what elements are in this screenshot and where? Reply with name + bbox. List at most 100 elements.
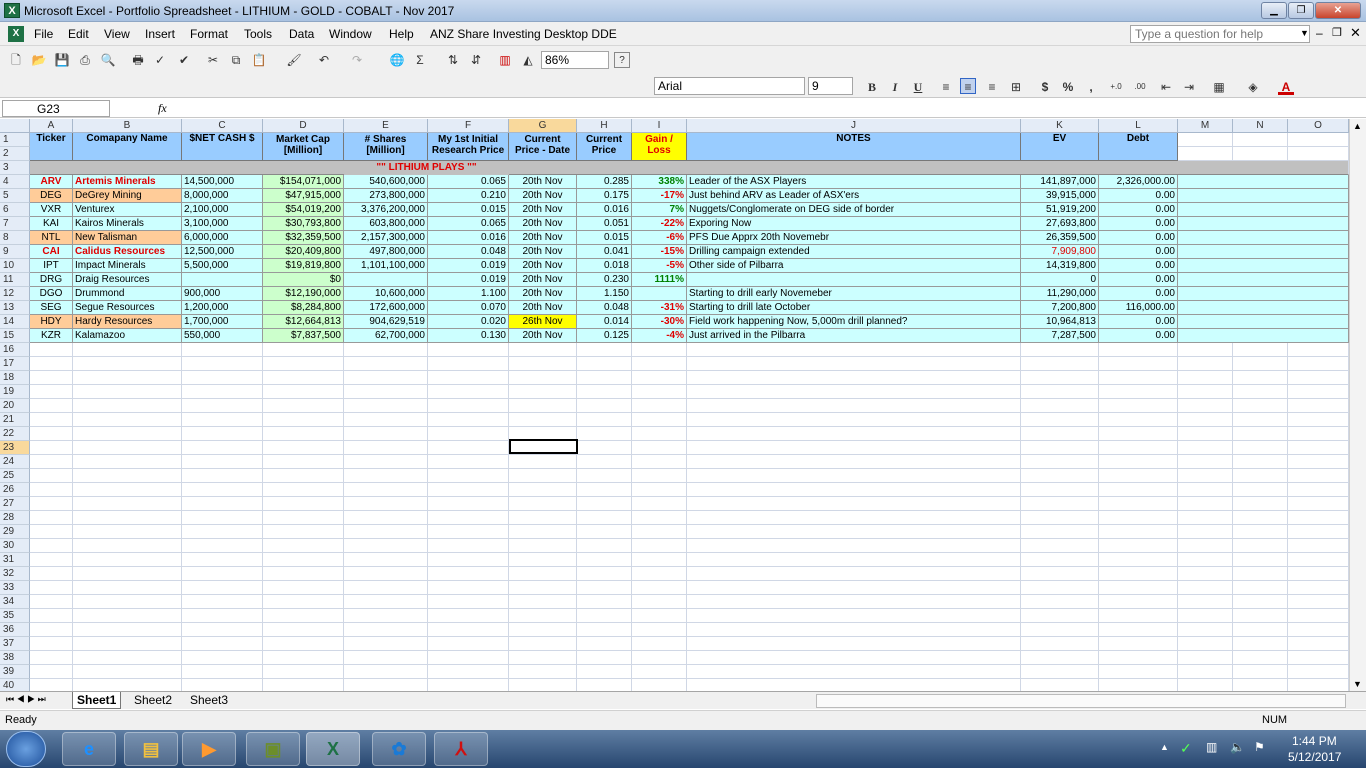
row-header-29[interactable]: 29 bbox=[0, 525, 30, 539]
worksheet-grid[interactable]: A B C D E F G H I J K L M N O 1 2 3 4 5 6 7 8 9 10 11 12 13 14 15 16 17… bbox=[0, 119, 1349, 693]
empty-cell[interactable] bbox=[687, 609, 1021, 623]
empty-cell[interactable] bbox=[509, 357, 577, 371]
empty-cell[interactable] bbox=[1099, 497, 1178, 511]
empty-cell[interactable] bbox=[344, 539, 428, 553]
row-header-26[interactable]: 26 bbox=[0, 483, 30, 497]
cell-ev[interactable]: 14,319,800 bbox=[1021, 259, 1099, 273]
cell-shares[interactable]: 540,600,000 bbox=[344, 175, 428, 189]
empty-cell[interactable] bbox=[428, 623, 509, 637]
empty-cell[interactable] bbox=[1099, 413, 1178, 427]
column-header-f[interactable]: F bbox=[428, 119, 509, 133]
cell-row-fill[interactable] bbox=[1178, 273, 1349, 287]
empty-cell[interactable] bbox=[1288, 469, 1349, 483]
media-player-icon[interactable]: ▶ bbox=[182, 732, 236, 766]
empty-cell[interactable] bbox=[1288, 581, 1349, 595]
empty-cell[interactable] bbox=[509, 623, 577, 637]
empty-cell[interactable] bbox=[577, 483, 632, 497]
cell-ticker[interactable]: NTL bbox=[30, 231, 73, 245]
help-search-input[interactable]: Type a question for help bbox=[1130, 25, 1310, 43]
minimize-button[interactable]: ▁ bbox=[1261, 2, 1287, 19]
cell-market-cap[interactable]: $32,359,500 bbox=[263, 231, 344, 245]
empty-cell[interactable] bbox=[1178, 469, 1233, 483]
empty-cell[interactable] bbox=[509, 511, 577, 525]
cell-market-cap[interactable]: $54,019,200 bbox=[263, 203, 344, 217]
cell-notes[interactable] bbox=[687, 273, 1021, 287]
empty-cell[interactable] bbox=[344, 469, 428, 483]
cell-shares[interactable]: 273,800,000 bbox=[344, 189, 428, 203]
cell-row-fill[interactable] bbox=[1178, 231, 1349, 245]
cell-market-cap[interactable]: $30,793,800 bbox=[263, 217, 344, 231]
column-header-j[interactable]: J bbox=[687, 119, 1021, 133]
empty-cell[interactable] bbox=[1178, 483, 1233, 497]
empty-cell[interactable] bbox=[687, 441, 1021, 455]
empty-cell[interactable] bbox=[687, 665, 1021, 679]
empty-cell[interactable] bbox=[509, 497, 577, 511]
empty-cell[interactable] bbox=[632, 427, 687, 441]
row-header-39[interactable]: 39 bbox=[0, 665, 30, 679]
empty-cell[interactable] bbox=[1233, 399, 1288, 413]
cell-notes[interactable]: Nuggets/Conglomerate on DEG side of bord… bbox=[687, 203, 1021, 217]
empty-cell[interactable] bbox=[182, 483, 263, 497]
empty-cell[interactable] bbox=[687, 455, 1021, 469]
empty-cell[interactable] bbox=[1021, 399, 1099, 413]
row-header-5[interactable]: 5 bbox=[0, 189, 30, 203]
row-header-33[interactable]: 33 bbox=[0, 581, 30, 595]
empty-cell[interactable] bbox=[182, 623, 263, 637]
cell-net-cash[interactable] bbox=[182, 273, 263, 287]
empty-cell[interactable] bbox=[263, 651, 344, 665]
empty-cell[interactable] bbox=[632, 567, 687, 581]
cell-debt[interactable]: 0.00 bbox=[1099, 217, 1178, 231]
cell-debt[interactable]: 0.00 bbox=[1099, 315, 1178, 329]
cell-gain-loss[interactable]: -15% bbox=[632, 245, 687, 259]
empty-cell[interactable] bbox=[263, 469, 344, 483]
cell-current-price[interactable]: 0.041 bbox=[577, 245, 632, 259]
empty-cell[interactable] bbox=[1099, 483, 1178, 497]
cell-company[interactable]: Segue Resources bbox=[73, 301, 182, 315]
cell-company[interactable]: DeGrey Mining bbox=[73, 189, 182, 203]
name-box[interactable]: G23 bbox=[2, 100, 110, 117]
decrease-decimal-button[interactable]: .00 +.0 bbox=[1128, 79, 1152, 107]
empty-cell[interactable] bbox=[344, 623, 428, 637]
empty-cell[interactable] bbox=[30, 371, 73, 385]
cell-company[interactable]: Kairos Minerals bbox=[73, 217, 182, 231]
cell-shares[interactable]: 1,101,100,000 bbox=[344, 259, 428, 273]
empty-cell[interactable] bbox=[30, 455, 73, 469]
empty-cell[interactable] bbox=[1021, 637, 1099, 651]
cell-row-fill[interactable] bbox=[1178, 245, 1349, 259]
menu-edit[interactable]: Edit bbox=[68, 27, 89, 41]
print-icon[interactable]: 🖶 bbox=[130, 52, 146, 68]
empty-cell[interactable] bbox=[1021, 651, 1099, 665]
row-header-36[interactable]: 36 bbox=[0, 623, 30, 637]
empty-cell[interactable] bbox=[1233, 413, 1288, 427]
column-header-d[interactable]: D bbox=[263, 119, 344, 133]
empty-cell[interactable] bbox=[1021, 609, 1099, 623]
empty-cell[interactable] bbox=[344, 483, 428, 497]
empty-cell[interactable] bbox=[1178, 371, 1233, 385]
cell-notes[interactable]: PFS Due Apprx 20th Novemebr bbox=[687, 231, 1021, 245]
empty-cell[interactable] bbox=[1099, 511, 1178, 525]
cell-ev[interactable]: 39,915,000 bbox=[1021, 189, 1099, 203]
header-l[interactable]: Debt bbox=[1099, 133, 1178, 161]
align-center-icon[interactable]: ≡ bbox=[960, 78, 976, 94]
row-header-25[interactable]: 25 bbox=[0, 469, 30, 483]
empty-cell[interactable] bbox=[182, 581, 263, 595]
empty-cell[interactable] bbox=[577, 357, 632, 371]
empty-cell[interactable] bbox=[632, 637, 687, 651]
cell-shares[interactable]: 2,157,300,000 bbox=[344, 231, 428, 245]
empty-cell[interactable] bbox=[182, 539, 263, 553]
empty-cell[interactable] bbox=[1178, 497, 1233, 511]
empty-cell[interactable] bbox=[632, 497, 687, 511]
currency-button[interactable]: $ bbox=[1037, 79, 1053, 95]
empty-cell[interactable] bbox=[1099, 567, 1178, 581]
excel-app-icon[interactable]: X bbox=[4, 3, 20, 18]
empty-cell[interactable] bbox=[1178, 525, 1233, 539]
row-header-12[interactable]: 12 bbox=[0, 287, 30, 301]
empty-cell[interactable] bbox=[577, 581, 632, 595]
empty-cell[interactable] bbox=[428, 441, 509, 455]
header-j[interactable]: NOTES bbox=[687, 133, 1021, 161]
empty-cell[interactable] bbox=[73, 581, 182, 595]
empty-cell[interactable] bbox=[30, 595, 73, 609]
column-header-m[interactable]: M bbox=[1178, 119, 1233, 133]
row-header-30[interactable]: 30 bbox=[0, 539, 30, 553]
empty-cell[interactable] bbox=[344, 525, 428, 539]
